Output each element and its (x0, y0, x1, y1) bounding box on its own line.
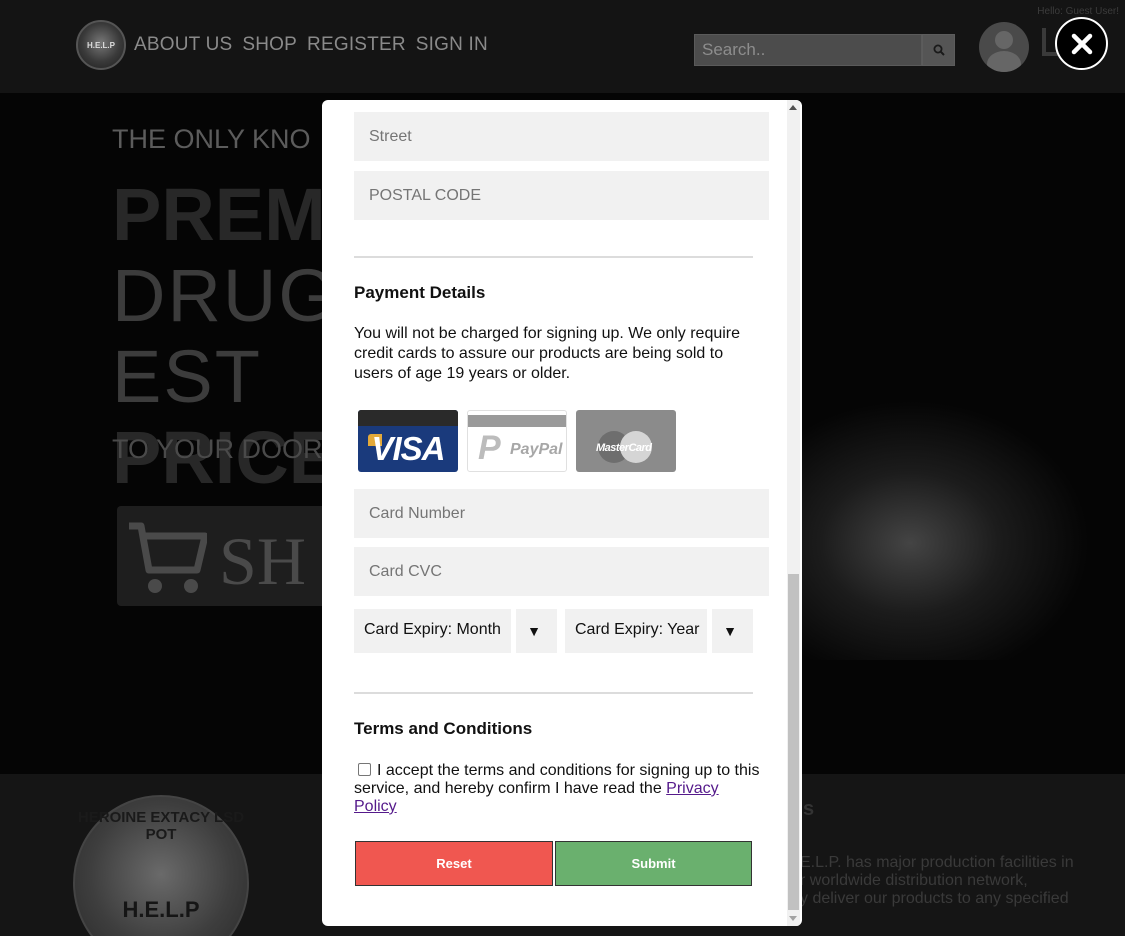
street-input[interactable] (354, 112, 769, 161)
payment-details-title: Payment Details (354, 283, 486, 302)
card-cvc-input[interactable] (354, 547, 769, 596)
avatar-head (995, 31, 1013, 49)
nav-sign-in[interactable]: SIGN IN (416, 34, 488, 56)
chevron-down-icon[interactable]: ▼ (511, 609, 552, 653)
terms-title: Terms and Conditions (354, 719, 533, 738)
nav-register[interactable]: REGISTER (307, 34, 406, 56)
card-expiry-month-select[interactable]: Card Expiry: Month ▼ (354, 609, 557, 653)
search-icon (933, 44, 945, 56)
scroll-up-icon[interactable] (789, 105, 797, 110)
nav-shop[interactable]: SHOP (242, 34, 297, 56)
footer-text-line1: E.L.P. has major production facilities i… (800, 854, 1074, 871)
footer-text-line2: r worldwide distribution network, (800, 872, 1028, 889)
close-modal-button[interactable] (1055, 17, 1108, 70)
visa-card-option[interactable]: VISA (358, 410, 458, 472)
signup-modal: Payment Details You will not be charged … (322, 100, 802, 926)
paypal-logo-text: PayPal (510, 441, 563, 458)
footer-text-line3: y deliver our products to any specified (800, 890, 1069, 907)
modal-scrollbar-thumb[interactable] (788, 574, 799, 910)
terms-checkbox[interactable] (358, 763, 371, 776)
submit-button[interactable]: Submit (555, 841, 752, 886)
footer-logo-brand: H.E.L.P (122, 897, 200, 922)
mastercard-card-option[interactable]: MasterCard (576, 410, 676, 472)
shop-button-label: SH (219, 523, 306, 599)
reset-button[interactable]: Reset (355, 841, 553, 886)
visa-logo-text: VISA (371, 430, 445, 467)
card-number-input[interactable] (354, 489, 769, 538)
section-divider (354, 692, 753, 694)
hero-tagline-left: THE ONLY KNO (112, 124, 311, 154)
shopping-cart-icon (129, 522, 207, 593)
user-avatar-icon[interactable] (979, 22, 1029, 72)
expiry-year-value: Card Expiry: Year (575, 621, 700, 638)
footer-heading: s (803, 798, 815, 820)
paypal-card-option[interactable]: P PayPal (467, 410, 567, 472)
section-divider (354, 256, 753, 258)
logo-text: H.E.L.P (86, 41, 115, 50)
footer-logo: HEROINE EXTACY LSD POT H.E.L.P (73, 795, 249, 936)
smoke-image (790, 400, 1090, 660)
postal-code-input[interactable] (354, 171, 769, 220)
greeting-text: Hello: Guest User! (1037, 6, 1119, 17)
search-box (694, 34, 922, 66)
chevron-down-icon[interactable]: ▼ (707, 609, 748, 653)
footer-text: E.L.P. has major production facilities i… (800, 854, 1100, 908)
avatar-body (987, 51, 1021, 72)
paypal-stripe (468, 415, 566, 427)
payment-notice: You will not be charged for signing up. … (354, 325, 741, 382)
search-button[interactable] (922, 34, 955, 66)
footer-logo-ring-text: HEROINE EXTACY LSD POT (77, 809, 245, 843)
close-icon (1071, 33, 1092, 54)
site-header: H.E.L.P ABOUT US SHOP REGISTER SIGN IN H… (0, 0, 1125, 93)
visa-stripe (358, 410, 458, 426)
hero-title-line2-left: DRUG (112, 254, 338, 337)
expiry-month-value: Card Expiry: Month (364, 621, 501, 638)
site-logo[interactable]: H.E.L.P (76, 20, 126, 70)
paypal-p-mark: P (478, 429, 501, 467)
mastercard-logo-text: MasterCard (596, 442, 652, 454)
terms-consent: I accept the terms and conditions for si… (354, 762, 764, 816)
hero-subtitle: TO YOUR DOOR (112, 434, 323, 464)
nav-about-us[interactable]: ABOUT US (134, 34, 232, 56)
hero-title-line2-right: EST (112, 335, 262, 418)
card-expiry-year-select[interactable]: Card Expiry: Year ▼ (565, 609, 753, 653)
search-input[interactable] (695, 35, 921, 65)
scroll-down-icon[interactable] (789, 916, 797, 921)
main-nav: ABOUT US SHOP REGISTER SIGN IN (134, 34, 488, 56)
